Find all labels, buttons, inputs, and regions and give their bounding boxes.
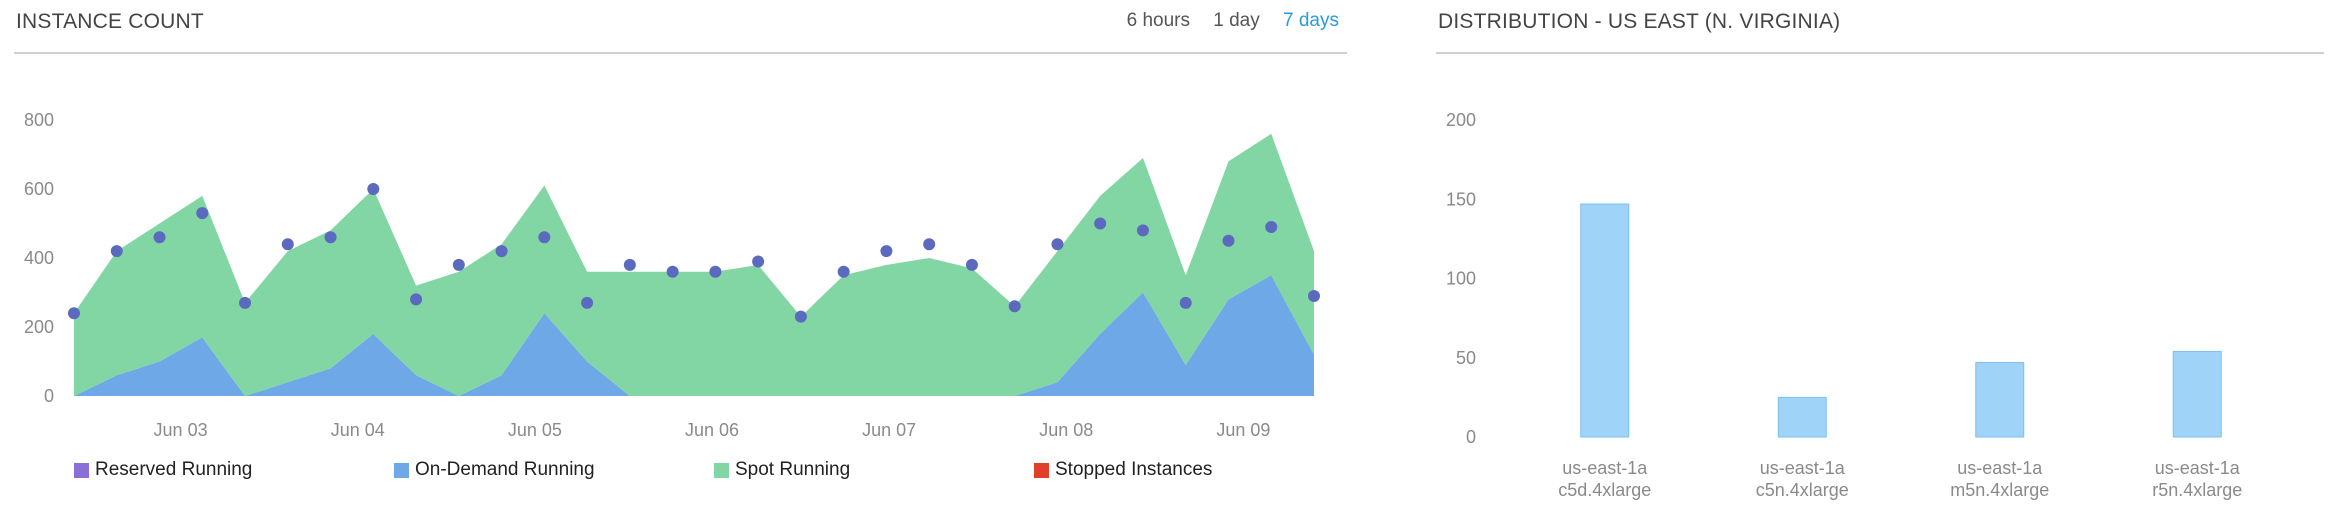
- y-tick-label: 200: [1446, 110, 1476, 130]
- instance-count-chart: 0 200 400 600 800 Jun 03 Jun 04 Jun 05 Jun 06 Jun…: [24, 110, 1320, 440]
- legend-item[interactable]: Spot Running: [714, 459, 850, 481]
- x-tick-label: Jun 05: [508, 420, 562, 440]
- total-point: [196, 207, 209, 220]
- total-point: [1308, 289, 1320, 302]
- x-tick-label: us-east-1a: [1760, 458, 1846, 478]
- total-point: [1179, 296, 1192, 309]
- legend-swatch: [714, 462, 729, 478]
- total-point: [965, 258, 978, 271]
- x-tick-label: Jun 03: [154, 420, 208, 440]
- total-point: [880, 245, 893, 258]
- total-point: [1222, 234, 1235, 247]
- x-tick-label: c5d.4xlarge: [1558, 480, 1651, 500]
- total-point: [110, 245, 123, 258]
- x-tick-label: us-east-1a: [2155, 458, 2241, 478]
- y-tick-label: 50: [1456, 348, 1476, 368]
- bar: [2172, 350, 2222, 438]
- y-tick-label: 400: [24, 248, 54, 268]
- total-point: [68, 307, 80, 320]
- total-point: [538, 231, 551, 244]
- total-point: [923, 238, 936, 251]
- total-point: [794, 310, 807, 323]
- legend-swatch: [1034, 462, 1049, 478]
- instance-count-panel: INSTANCE COUNT 6 hours 1 day 7 days 0 200…: [14, 0, 1347, 520]
- x-tick-label: Jun 08: [1039, 420, 1093, 440]
- bar: [1777, 396, 1827, 438]
- y-tick-label: 800: [24, 110, 54, 130]
- legend-item[interactable]: On-Demand Running: [394, 459, 595, 481]
- total-point: [153, 231, 166, 244]
- total-point: [709, 265, 722, 278]
- x-tick-label: us-east-1a: [1957, 458, 2043, 478]
- total-point: [1136, 224, 1149, 237]
- total-point: [666, 265, 679, 278]
- legend-swatch: [394, 462, 409, 478]
- total-point: [281, 238, 294, 251]
- y-tick-label: 0: [44, 386, 54, 406]
- total-point: [410, 293, 423, 306]
- legend-label: On-Demand Running: [415, 459, 595, 480]
- legend-swatch: [74, 462, 89, 478]
- legend-label: Stopped Instances: [1055, 459, 1213, 480]
- total-point: [837, 265, 850, 278]
- total-point: [581, 296, 594, 309]
- bar: [1580, 203, 1630, 438]
- distribution-chart: 050100150200us-east-1ac5d.4xlargeus-east…: [1446, 110, 2242, 500]
- total-point: [495, 245, 508, 258]
- y-tick-label: 100: [1446, 269, 1476, 289]
- instance-count-legend: Reserved Running On-Demand Running Spot Ru…: [74, 459, 1347, 487]
- total-point: [1265, 220, 1278, 233]
- total-point: [367, 183, 380, 195]
- total-point: [752, 255, 765, 268]
- x-tick-label: Jun 07: [862, 420, 916, 440]
- y-tick-label: 600: [24, 179, 54, 199]
- total-point: [1008, 300, 1021, 313]
- total-point: [452, 258, 465, 271]
- y-tick-label: 150: [1446, 189, 1476, 209]
- x-tick-label: Jun 09: [1216, 420, 1270, 440]
- y-tick-label: 200: [24, 317, 54, 337]
- total-point: [1094, 217, 1107, 230]
- x-tick-label: m5n.4xlarge: [1950, 480, 2049, 500]
- total-point: [1051, 238, 1064, 251]
- x-tick-label: Jun 04: [331, 420, 385, 440]
- legend-label: Spot Running: [735, 459, 851, 480]
- x-tick-label: r5n.4xlarge: [2152, 480, 2242, 500]
- x-tick-label: Jun 06: [685, 420, 739, 440]
- bar: [1975, 362, 2025, 438]
- x-tick-label: c5n.4xlarge: [1756, 480, 1849, 500]
- total-point: [239, 296, 252, 309]
- distribution-panel: DISTRIBUTION - US EAST (N. VIRGINIA) 0 50…: [1436, 0, 2324, 520]
- y-tick-label: 0: [1466, 427, 1476, 447]
- total-point: [623, 258, 636, 271]
- legend-label: Reserved Running: [95, 459, 253, 480]
- x-tick-label: us-east-1a: [1562, 458, 1648, 478]
- legend-item[interactable]: Stopped Instances: [1034, 459, 1212, 481]
- legend-item[interactable]: Reserved Running: [74, 459, 252, 481]
- total-point: [324, 231, 337, 244]
